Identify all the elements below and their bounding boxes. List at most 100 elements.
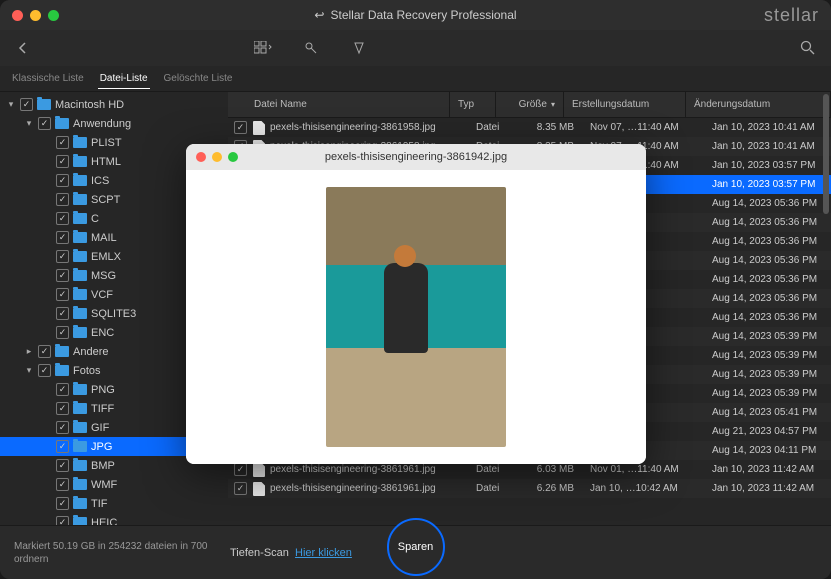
traffic-lights	[12, 10, 59, 21]
tree-label: WMF	[91, 479, 117, 491]
tree-label: Fotos	[73, 365, 101, 377]
folder-icon	[73, 232, 87, 243]
file-checkbox[interactable]: ✓	[234, 463, 247, 476]
disclosure-icon[interactable]: ▸	[24, 346, 34, 357]
checkbox[interactable]: ✓	[56, 269, 69, 282]
col-modified[interactable]: Änderungsdatum	[686, 92, 831, 117]
checkbox[interactable]: ✓	[56, 288, 69, 301]
file-checkbox[interactable]: ✓	[234, 121, 247, 134]
preview-image	[326, 187, 506, 447]
sort-indicator-icon: ▾	[551, 100, 555, 109]
scrollbar[interactable]	[823, 94, 829, 474]
file-row[interactable]: ✓pexels-thisisengineering-3861958.jpgDat…	[228, 118, 831, 137]
checkbox[interactable]: ✓	[56, 440, 69, 453]
checkbox[interactable]: ✓	[56, 307, 69, 320]
save-button[interactable]: Sparen	[387, 518, 445, 576]
checkbox[interactable]: ✓	[56, 402, 69, 415]
folder-icon	[73, 213, 87, 224]
disclosure-icon[interactable]: ▾	[24, 365, 34, 376]
checkbox[interactable]: ✓	[56, 459, 69, 472]
col-type[interactable]: Typ	[450, 92, 496, 117]
checkbox[interactable]: ✓	[56, 155, 69, 168]
tree-item[interactable]: ✓ WMF	[0, 475, 228, 494]
checkbox[interactable]: ✓	[56, 383, 69, 396]
marker-icon[interactable]	[350, 39, 368, 57]
folder-icon	[73, 441, 87, 452]
deep-scan-link[interactable]: Hier klicken	[295, 547, 352, 559]
preview-maximize-button[interactable]	[228, 152, 238, 162]
tree-label: PLIST	[91, 137, 122, 149]
file-modified: Jan 10, 2023 11:42 AM	[704, 464, 831, 475]
folder-icon	[73, 384, 87, 395]
checkbox[interactable]: ✓	[56, 478, 69, 491]
close-button[interactable]	[12, 10, 23, 21]
file-modified: Aug 14, 2023 05:36 PM	[704, 236, 831, 247]
checkbox[interactable]: ✓	[56, 497, 69, 510]
file-modified: Aug 14, 2023 05:39 PM	[704, 331, 831, 342]
tree-label: Anwendung	[73, 118, 131, 130]
folder-icon	[73, 460, 87, 471]
tree-label: JPG	[91, 441, 112, 453]
checkbox[interactable]: ✓	[56, 212, 69, 225]
folder-icon	[37, 99, 51, 110]
file-modified: Aug 14, 2023 04:11 PM	[704, 445, 831, 456]
folder-icon	[73, 270, 87, 281]
file-name: pexels-thisisengineering-3861961.jpg	[270, 464, 468, 475]
checkbox[interactable]: ✓	[56, 193, 69, 206]
file-size: 8.35 MB	[514, 122, 582, 133]
disclosure-icon[interactable]: ▾	[24, 118, 34, 129]
grid-view-icon[interactable]	[254, 39, 272, 57]
col-name[interactable]: Datei Name	[228, 92, 450, 117]
maximize-button[interactable]	[48, 10, 59, 21]
file-modified: Jan 10, 2023 10:41 AM	[704, 141, 831, 152]
scrollbar-thumb[interactable]	[823, 94, 829, 214]
file-modified: Jan 10, 2023 03:57 PM	[704, 160, 831, 171]
tree-label: Andere	[73, 346, 108, 358]
checkbox[interactable]: ✓	[56, 421, 69, 434]
tree-item[interactable]: ✓ HEIC	[0, 513, 228, 525]
checkbox[interactable]: ✓	[38, 117, 51, 130]
checkbox[interactable]: ✓	[38, 345, 51, 358]
col-created[interactable]: Erstellungsdatum	[564, 92, 686, 117]
search-icon[interactable]	[799, 39, 817, 57]
tool-icon[interactable]	[302, 39, 320, 57]
file-modified: Aug 14, 2023 05:36 PM	[704, 293, 831, 304]
tree-item[interactable]: ▾ ✓ Anwendung	[0, 114, 228, 133]
checkbox[interactable]: ✓	[56, 136, 69, 149]
folder-icon	[73, 137, 87, 148]
checkbox[interactable]: ✓	[56, 326, 69, 339]
file-icon	[253, 463, 265, 477]
file-row[interactable]: ✓pexels-thisisengineering-3861961.jpgDat…	[228, 479, 831, 498]
checkbox[interactable]: ✓	[56, 250, 69, 263]
tab-deleted-list[interactable]: Gelöschte Liste	[162, 69, 235, 88]
checkbox[interactable]: ✓	[56, 231, 69, 244]
tree-item[interactable]: ✓TIF	[0, 494, 228, 513]
column-headers: Datei Name Typ Größe▾ Erstellungsdatum Ä…	[228, 92, 831, 118]
tree-item[interactable]: ▾✓Macintosh HD	[0, 95, 228, 114]
col-size[interactable]: Größe▾	[496, 92, 564, 117]
preview-window[interactable]: pexels-thisisengineering-3861942.jpg	[186, 144, 646, 464]
disclosure-icon[interactable]: ▾	[6, 99, 16, 110]
back-icon[interactable]	[14, 39, 32, 57]
file-type: Datei	[468, 464, 514, 475]
checkbox[interactable]: ✓	[56, 174, 69, 187]
minimize-button[interactable]	[30, 10, 41, 21]
checkbox[interactable]: ✓	[38, 364, 51, 377]
file-created: Nov 01, …11:40 AM	[582, 464, 704, 475]
back-arrow-icon[interactable]: ↩	[314, 8, 324, 22]
file-checkbox[interactable]: ✓	[234, 482, 247, 495]
tree-label: EMLX	[91, 251, 121, 263]
preview-close-button[interactable]	[196, 152, 206, 162]
tree-label: HEIC	[91, 517, 117, 526]
folder-icon	[73, 289, 87, 300]
tab-classic-list[interactable]: Klassische Liste	[10, 69, 86, 88]
folder-icon	[73, 251, 87, 262]
file-modified: Aug 14, 2023 05:39 PM	[704, 388, 831, 399]
tab-file-list[interactable]: Datei-Liste	[98, 69, 150, 89]
preview-body	[186, 170, 646, 464]
preview-minimize-button[interactable]	[212, 152, 222, 162]
folder-icon	[55, 118, 69, 129]
folder-icon	[55, 346, 69, 357]
checkbox[interactable]: ✓	[56, 516, 69, 525]
checkbox[interactable]: ✓	[20, 98, 33, 111]
